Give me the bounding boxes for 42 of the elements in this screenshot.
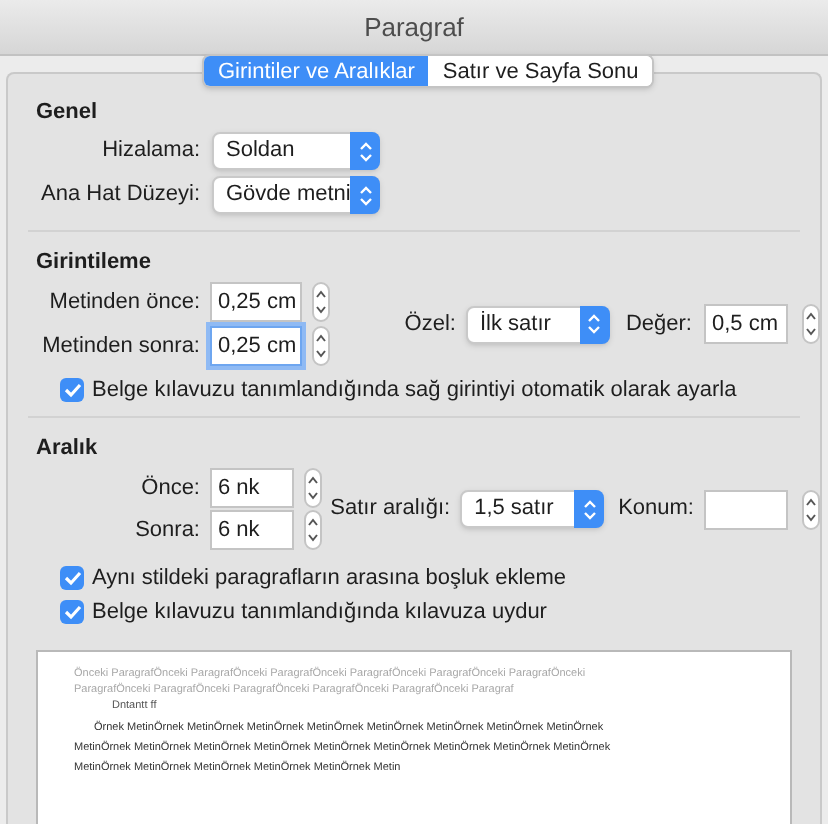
field-label: Hizalama:: [100, 136, 200, 167]
section-heading: Girintileme: [34, 248, 151, 276]
updown-arrows-icon: [357, 183, 374, 207]
stepper-button[interactable]: [312, 326, 330, 366]
dropdown[interactable]: Gövde metni: [212, 176, 380, 214]
field-label: Konum:: [618, 494, 694, 525]
checkbox[interactable]: [60, 378, 84, 402]
field-label: Ana Hat Düzeyi:: [39, 180, 200, 211]
dropdown[interactable]: İlk satır: [465, 305, 610, 343]
dropdown[interactable]: Soldan: [212, 132, 380, 170]
checkbox-label: Belge kılavuzu tanımlandığında sağ girintiyi otomatik olarak ayarla: [92, 375, 737, 406]
field-label: Satır aralığı:: [330, 494, 451, 525]
stepper-button[interactable]: [304, 510, 322, 550]
tab[interactable]: Satır ve Sayfa Sonu: [428, 56, 653, 86]
field-label: Önce:: [139, 473, 200, 504]
updown-arrows-icon: [581, 497, 598, 521]
field-label: Sonra:: [133, 515, 200, 546]
section-heading: Genel: [34, 98, 98, 126]
field-label: Değer:: [625, 309, 692, 340]
field-label: Metinden sonra:: [40, 331, 200, 362]
checkbox-label: Aynı stildeki paragrafların arasına boşluk ekleme: [92, 563, 567, 594]
stepper-button[interactable]: [802, 304, 820, 344]
updown-arrows-icon: [586, 312, 603, 336]
field-label: Metinden önce:: [47, 287, 200, 318]
stepper-button[interactable]: [304, 468, 322, 508]
stepper-button[interactable]: [312, 282, 330, 322]
field-label: Özel:: [402, 309, 456, 340]
input-field[interactable]: 6 nk: [210, 510, 294, 550]
updown-arrows-icon: [357, 139, 373, 163]
dropdown[interactable]: 1,5 satır: [460, 490, 605, 528]
section-heading: Aralık: [34, 434, 98, 462]
stepper-button[interactable]: [802, 489, 820, 529]
checkmark-icon: [63, 382, 81, 398]
checkbox[interactable]: [60, 600, 84, 624]
input-field[interactable]: 0,25 cm: [210, 282, 302, 322]
window-title: Paragraf: [364, 9, 464, 46]
input-field[interactable]: 6 nk: [210, 468, 294, 508]
input-field[interactable]: 0,5 cm: [704, 304, 788, 344]
input-field[interactable]: 0,25 cm: [210, 326, 302, 366]
input-field[interactable]: [704, 489, 788, 529]
checkbox[interactable]: [60, 566, 84, 590]
checkbox-label: Belge kılavuzu tanımlandığında kılavuza uydur: [92, 597, 547, 628]
